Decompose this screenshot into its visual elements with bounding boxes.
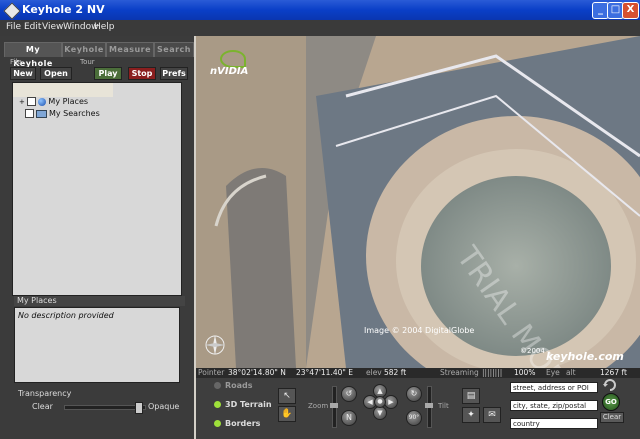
image-copyright: Image © 2004 DigitalGlobe: [364, 326, 475, 335]
reset-north-button[interactable]: N: [341, 410, 357, 426]
expand-icon[interactable]: +: [19, 98, 25, 106]
transparency-slider-thumb[interactable]: [135, 402, 143, 414]
tab-measure[interactable]: Measure: [106, 42, 154, 57]
new-button[interactable]: New: [10, 67, 36, 80]
tab-search[interactable]: Search: [154, 42, 194, 57]
borders-indicator[interactable]: [214, 420, 221, 427]
transparency-max-label: Opaque: [148, 402, 180, 411]
go-button[interactable]: GO: [602, 393, 620, 411]
tour-group-label: Tour: [80, 58, 95, 66]
clear-button[interactable]: Clear: [600, 412, 624, 423]
cursor-tool-icon[interactable]: ↖: [278, 388, 296, 404]
description-text: No description provided: [18, 311, 114, 320]
pointer-label: Pointer: [198, 368, 225, 377]
print-icon[interactable]: ▤: [462, 388, 480, 404]
rotate-left-icon[interactable]: ↺: [341, 386, 357, 402]
tilt-slider-thumb[interactable]: [425, 403, 433, 408]
terrain-indicator[interactable]: [214, 401, 221, 408]
city-input[interactable]: city, state, zip/postal: [510, 400, 598, 411]
alt-label: alt: [566, 368, 576, 377]
description-box: No description provided: [14, 307, 180, 383]
tree-item-my-searches[interactable]: My Searches: [25, 109, 100, 118]
hand-tool-icon[interactable]: ✋: [278, 406, 296, 422]
prefs-button[interactable]: Prefs: [160, 67, 188, 80]
tree-label-my-searches: My Searches: [49, 109, 100, 118]
nvidia-logo-text: nVIDIA: [210, 66, 249, 77]
close-button[interactable]: X: [622, 2, 639, 19]
left-panel: My Keyhole Keyhole Measure Search File T…: [0, 36, 194, 439]
transparency-slider[interactable]: [64, 402, 146, 414]
places-header: My Places: [14, 296, 185, 306]
layer-roads-label[interactable]: Roads: [225, 381, 253, 390]
nav-down-icon[interactable]: ▼: [373, 406, 387, 420]
menu-edit[interactable]: Edit: [24, 22, 41, 32]
roads-indicator[interactable]: [214, 382, 221, 389]
menu-file[interactable]: File: [6, 22, 21, 32]
alt-value: 1267 ft: [600, 368, 627, 377]
tab-my-keyhole[interactable]: My Keyhole: [4, 42, 62, 68]
checkbox-my-places[interactable]: [27, 97, 37, 106]
app-icon: [3, 2, 21, 20]
tilt-slider[interactable]: [425, 386, 433, 428]
transparency-label: Transparency: [18, 389, 72, 398]
pointer-lon: 23°47'11.40" E: [296, 368, 353, 377]
status-bar: Pointer 38°02'14.80" N 23°47'11.40" E el…: [196, 368, 640, 378]
reset-tilt-button[interactable]: 90°: [406, 410, 422, 426]
tree-header: [13, 83, 113, 97]
map-view[interactable]: TRIAL MODE nVIDIA Image © 2004 DigitalGl…: [196, 36, 640, 368]
globe-icon: [38, 97, 47, 106]
transparency-min-label: Clear: [32, 402, 53, 411]
country-input[interactable]: country: [510, 418, 598, 429]
nav-center-icon[interactable]: ●: [374, 396, 386, 408]
layer-terrain-label[interactable]: 3D Terrain: [225, 400, 272, 409]
satellite-icon[interactable]: ✦: [462, 407, 480, 423]
control-bar: Roads 3D Terrain Borders ↖ ✋ Zoom ↺ N ▲ …: [196, 378, 640, 439]
street-input[interactable]: street, address or POI: [510, 382, 598, 393]
streaming-percent: 100%: [514, 368, 536, 377]
folder-icon: [36, 109, 47, 118]
zoom-label: Zoom: [308, 402, 329, 410]
streaming-bar: ||||||||: [482, 368, 503, 377]
zoom-slider-thumb[interactable]: [330, 403, 338, 408]
title-bar: Keyhole 2 NV _ □ X: [0, 0, 640, 20]
small-copyright: ©2004: [520, 347, 545, 355]
open-button[interactable]: Open: [40, 67, 72, 80]
rotate-right-icon[interactable]: ↻: [406, 386, 422, 402]
email-icon[interactable]: ✉: [483, 407, 501, 423]
layer-borders-label[interactable]: Borders: [225, 419, 260, 428]
places-tree: + My Places My Searches: [12, 82, 182, 296]
streaming-label: Streaming: [440, 368, 479, 377]
navigation-pad[interactable]: ▲ ▼ ◀ ▶ ●: [363, 384, 398, 420]
stop-button[interactable]: Stop: [128, 67, 156, 80]
nvidia-logo: nVIDIA: [210, 50, 252, 78]
satellite-image: TRIAL MODE: [196, 36, 640, 368]
tree-label-my-places: My Places: [48, 97, 89, 106]
eye-label: Eye: [546, 368, 560, 377]
compass-icon[interactable]: [204, 334, 226, 356]
tilt-label: Tilt: [438, 402, 449, 410]
menu-bar: File Edit View Window Help: [0, 20, 640, 36]
menu-view[interactable]: View: [42, 22, 63, 32]
refresh-icon[interactable]: [602, 377, 618, 391]
play-button[interactable]: Play: [94, 67, 122, 80]
elev-value: 582 ft: [384, 368, 407, 377]
tab-keyhole[interactable]: Keyhole: [62, 42, 106, 57]
zoom-slider[interactable]: [330, 386, 338, 428]
window-title: Keyhole 2 NV: [22, 3, 105, 16]
tree-item-my-places[interactable]: + My Places: [19, 97, 88, 106]
pointer-lat: 38°02'14.80" N: [228, 368, 286, 377]
elev-label: elev: [366, 368, 382, 377]
file-group-label: File: [10, 58, 22, 66]
nav-right-icon[interactable]: ▶: [384, 395, 398, 409]
menu-help[interactable]: Help: [94, 22, 115, 32]
keyhole-brand: keyhole.com: [546, 350, 624, 363]
checkbox-my-searches[interactable]: [25, 109, 34, 118]
